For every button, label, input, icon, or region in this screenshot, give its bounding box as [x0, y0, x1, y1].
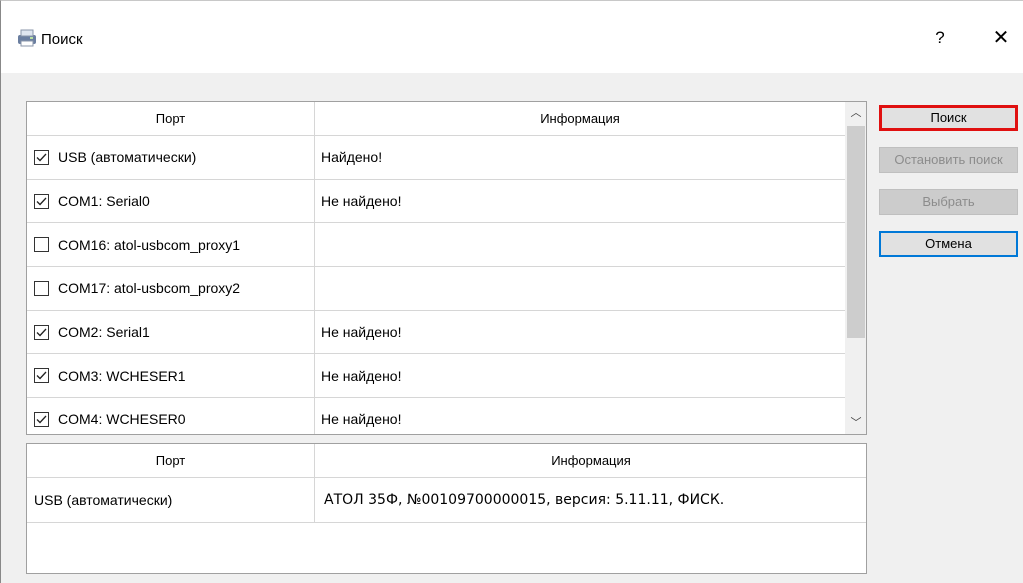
port-cell: COM1: Serial0 — [27, 179, 315, 223]
table-row[interactable]: COM2: Serial1 Не найдено! — [27, 310, 845, 355]
ports-table-header: Порт Информация — [27, 102, 845, 136]
checkbox-checked[interactable] — [34, 149, 49, 165]
window-title: Поиск — [41, 31, 83, 48]
checkbox-checked[interactable] — [34, 193, 49, 209]
port-label: COM1: Serial0 — [58, 193, 150, 210]
info-cell: Найдено! — [321, 149, 383, 166]
info-cell — [315, 223, 845, 266]
checkmark-icon — [36, 197, 47, 205]
port-cell: COM17: atol-usbcom_proxy2 — [27, 267, 315, 310]
checkbox-checked[interactable] — [34, 368, 49, 384]
checkmark-icon — [36, 415, 47, 424]
table-row[interactable]: COM17: atol-usbcom_proxy2 — [27, 267, 845, 311]
close-button[interactable]: ✕ — [981, 23, 1021, 53]
port-cell: COM4: WCHESER0 — [27, 398, 315, 434]
cancel-button[interactable]: Отмена — [879, 231, 1018, 257]
search-dialog: Поиск ? ✕ Порт Информация USB (автоматич… — [0, 0, 1023, 583]
table-row[interactable]: COM1: Serial0 Не найдено! — [27, 179, 845, 224]
column-header-port[interactable]: Порт — [27, 444, 315, 478]
result-info-cell: АТОЛ 35Ф, №00109700000015, версия: 5.11.… — [324, 492, 725, 508]
port-label: COM17: atol-usbcom_proxy2 — [58, 280, 241, 297]
info-cell — [315, 267, 845, 310]
checkbox-checked[interactable] — [34, 411, 49, 427]
result-port-cell: USB (автоматически) — [27, 478, 315, 522]
port-label: COM3: WCHESER1 — [58, 367, 186, 384]
checkbox-unchecked[interactable] — [34, 280, 49, 296]
chevron-up-icon[interactable]: ︿ — [845, 102, 866, 122]
table-row[interactable]: USB (автоматически) АТОЛ 35Ф, №001097000… — [27, 478, 866, 523]
help-button[interactable]: ? — [922, 23, 958, 53]
checkmark-icon — [36, 328, 47, 337]
column-header-info[interactable]: Информация — [315, 444, 866, 478]
port-cell: COM3: WCHESER1 — [27, 354, 315, 398]
table-row[interactable]: COM4: WCHESER0 Не найдено! — [27, 398, 845, 434]
port-label: COM2: Serial1 — [58, 324, 150, 341]
table-row[interactable]: USB (автоматически) Найдено! — [27, 136, 845, 180]
info-cell: Не найдено! — [321, 324, 402, 341]
results-table: Порт Информация USB (автоматически) АТОЛ… — [26, 443, 867, 574]
ports-table-body: USB (автоматически) Найдено! COM1: Serial0… — [27, 136, 845, 434]
port-label: USB (автоматически) — [58, 149, 197, 166]
scrollbar-thumb[interactable] — [847, 126, 865, 338]
ports-table: Порт Информация USB (автоматически) Найде… — [26, 101, 867, 435]
port-cell: COM16: atol-usbcom_proxy1 — [27, 223, 315, 267]
column-header-info[interactable]: Информация — [315, 102, 845, 136]
printer-icon — [18, 29, 36, 47]
table-row[interactable]: COM3: WCHESER1 Не найдено! — [27, 354, 845, 399]
search-button[interactable]: Поиск — [879, 105, 1018, 131]
checkbox-unchecked[interactable] — [34, 237, 49, 253]
results-table-header: Порт Информация — [27, 444, 866, 478]
port-label: COM16: atol-usbcom_proxy1 — [58, 236, 241, 253]
port-cell: USB (автоматически) — [27, 136, 315, 179]
checkmark-icon — [36, 371, 47, 380]
info-cell: Не найдено! — [321, 193, 402, 210]
chevron-down-icon[interactable]: ﹀ — [845, 414, 866, 434]
select-button[interactable]: Выбрать — [879, 189, 1018, 215]
checkmark-icon — [36, 153, 47, 162]
checkbox-checked[interactable] — [34, 324, 49, 340]
port-label: COM4: WCHESER0 — [58, 411, 186, 428]
table-row[interactable]: COM16: atol-usbcom_proxy1 — [27, 223, 845, 268]
info-cell: Не найдено! — [321, 411, 402, 428]
column-header-port[interactable]: Порт — [27, 102, 315, 136]
vertical-scrollbar[interactable]: ︿ ﹀ — [845, 102, 866, 434]
info-cell: Не найдено! — [321, 367, 402, 384]
title-bar: Поиск ? ✕ — [1, 1, 1023, 73]
port-cell: COM2: Serial1 — [27, 310, 315, 354]
stop-search-button[interactable]: Остановить поиск — [879, 147, 1018, 173]
